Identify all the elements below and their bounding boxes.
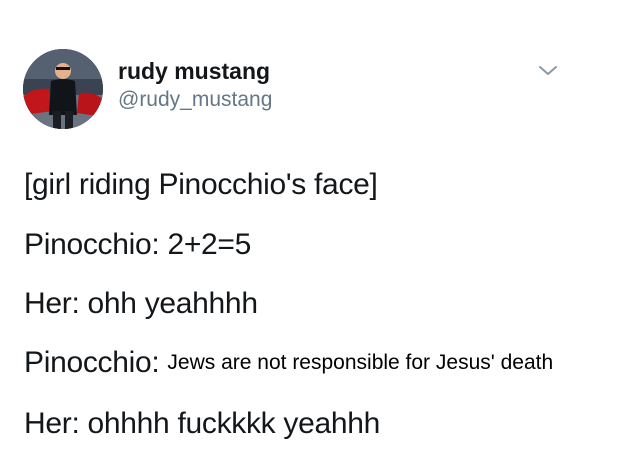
display-name[interactable]: rudy mustang [118, 58, 270, 85]
tweet-card: rudy mustang @rudy_mustang [girl riding … [0, 0, 640, 474]
tweet-line: Her: ohh yeahhhh [24, 287, 258, 320]
overlay-text: Jews are not responsible for Jesus' deat… [167, 351, 554, 374]
tweet-line: Her: ohhhh fuckkkk yeahhh [24, 407, 381, 440]
tweet-line: Pinocchio: 2+2=5 [24, 228, 252, 261]
tweet-line-with-overlay: Pinocchio: Jews are not responsible for J… [24, 346, 553, 380]
chevron-down-icon[interactable] [536, 63, 560, 79]
user-handle[interactable]: @rudy_mustang [118, 88, 272, 112]
tweet-line-label: Pinocchio: [24, 346, 160, 379]
avatar-photo [23, 49, 103, 129]
tweet-line: [girl riding Pinocchio's face] [24, 168, 378, 201]
avatar[interactable] [23, 49, 103, 129]
